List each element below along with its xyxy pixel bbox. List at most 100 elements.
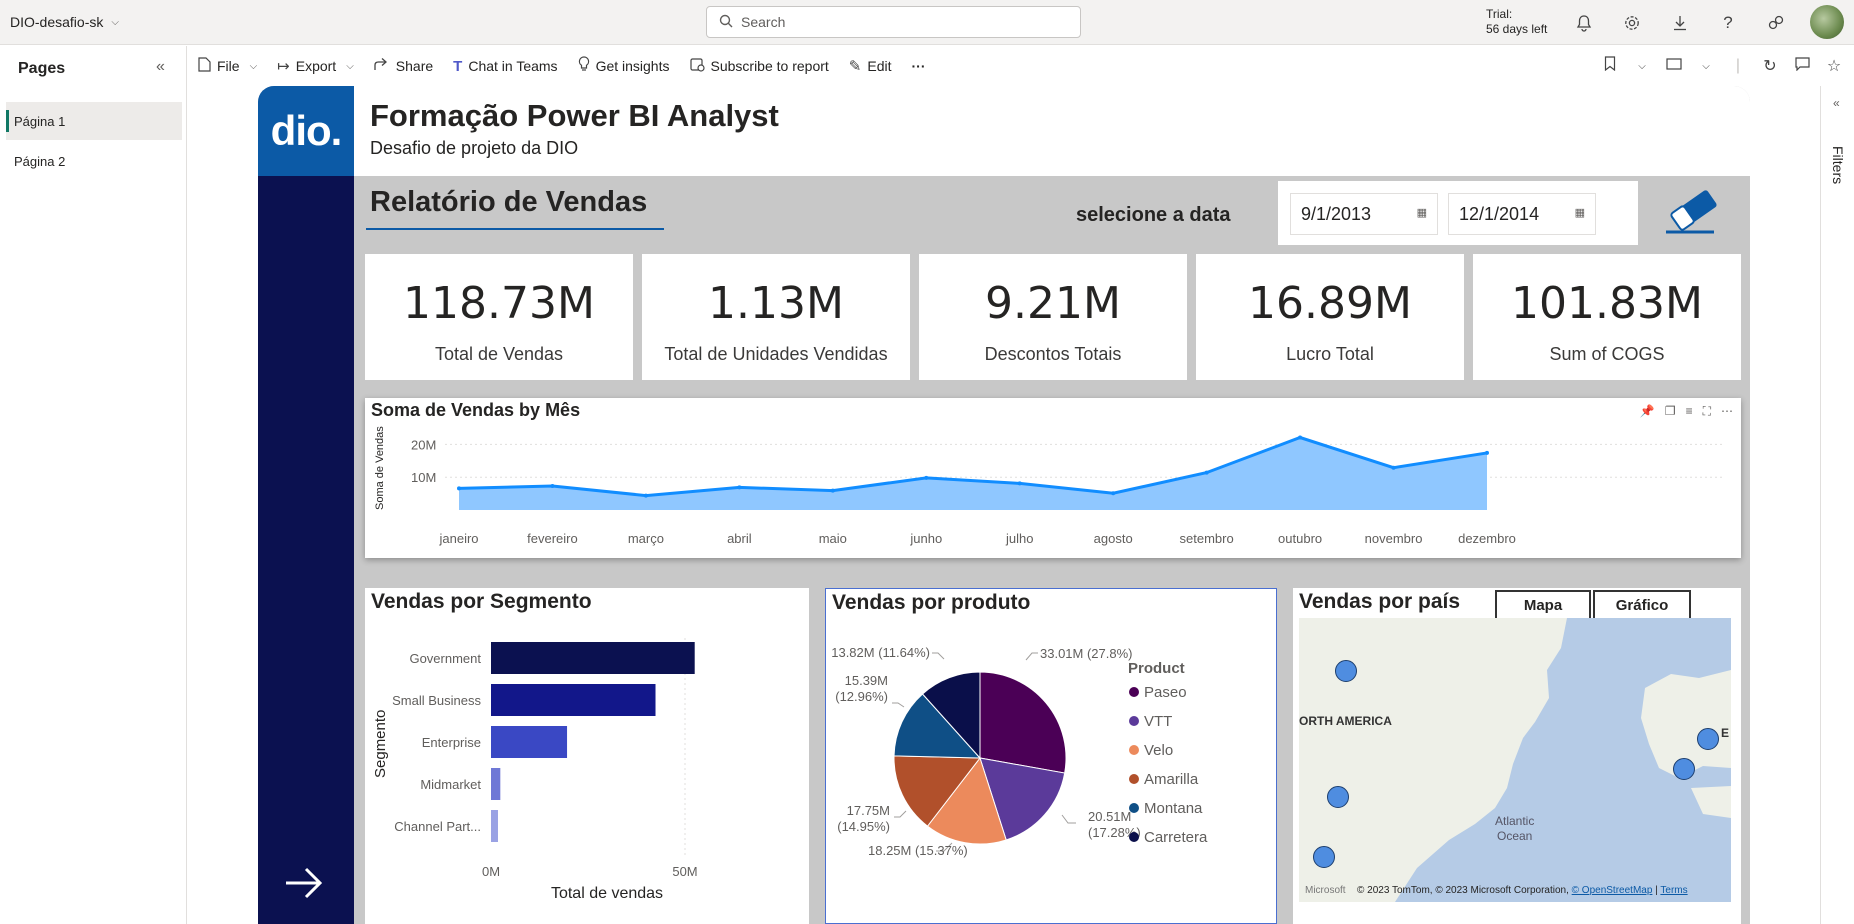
- data-point[interactable]: [643, 493, 648, 498]
- help-question-icon[interactable]: ?: [1704, 0, 1752, 45]
- avatar[interactable]: [1810, 5, 1844, 39]
- file-menu-button[interactable]: File ⌵: [188, 46, 267, 86]
- refresh-icon[interactable]: ↻: [1754, 56, 1786, 76]
- legend-label[interactable]: VTT: [1144, 713, 1172, 730]
- search-input[interactable]: Search: [706, 6, 1081, 38]
- pie-slice[interactable]: [979, 671, 1067, 774]
- kpi-card-total-vendas[interactable]: 118.73M Total de Vendas: [365, 254, 633, 380]
- favorite-star-icon[interactable]: ☆: [1818, 56, 1850, 76]
- bar[interactable]: [491, 810, 498, 842]
- data-label: 13.82M (11.64%): [831, 645, 930, 660]
- kpi-label: Descontos Totais: [984, 344, 1122, 364]
- chevron-down-icon[interactable]: ⌵: [1626, 61, 1658, 72]
- terms-link[interactable]: Terms: [1660, 885, 1687, 896]
- data-point[interactable]: [1485, 450, 1489, 455]
- category-label: Government: [409, 651, 481, 666]
- legend-marker[interactable]: [1129, 687, 1139, 697]
- data-point[interactable]: [830, 488, 835, 493]
- legend-label[interactable]: Montana: [1144, 800, 1203, 817]
- date-range-slicer: 9/1/2013 ▦ 12/1/2014 ▦: [1278, 181, 1638, 245]
- comment-icon[interactable]: [1786, 56, 1818, 76]
- bar[interactable]: [491, 642, 695, 674]
- export-menu-button[interactable]: ↦ Export ⌵: [267, 46, 364, 86]
- expand-filters-icon[interactable]: «: [1833, 96, 1840, 110]
- notifications-bell-icon[interactable]: [1560, 0, 1608, 45]
- page-tab-pagina-1[interactable]: Página 1: [6, 102, 182, 140]
- data-point[interactable]: [737, 485, 742, 490]
- bar[interactable]: [491, 684, 656, 716]
- filters-label: Filters: [1830, 146, 1846, 185]
- data-point[interactable]: [550, 484, 555, 489]
- map-landmass: [1299, 618, 1731, 902]
- subscribe-button[interactable]: Subscribe to report: [680, 46, 839, 86]
- data-label: 20.51M: [1088, 809, 1131, 824]
- data-point[interactable]: [924, 475, 929, 480]
- report-header: Formação Power BI Analyst Desafio de pro…: [354, 86, 1750, 176]
- data-point[interactable]: [1298, 435, 1303, 440]
- page-tab-pagina-2[interactable]: Página 2: [6, 142, 182, 180]
- kpi-card-descontos-totais[interactable]: 9.21M Descontos Totais: [919, 254, 1187, 380]
- bookmark-icon[interactable]: [1594, 56, 1626, 76]
- kpi-card-sum-of-cogs[interactable]: 101.83M Sum of COGS: [1473, 254, 1741, 380]
- x-tick-label: abril: [727, 531, 752, 546]
- more-options-button[interactable]: ···: [902, 46, 936, 86]
- map-canvas[interactable]: ORTH AMERICA Atlantic Ocean E Microsoft …: [1299, 618, 1731, 902]
- bar[interactable]: [491, 726, 568, 758]
- get-insights-button[interactable]: Get insights: [568, 46, 680, 86]
- legend-label[interactable]: Velo: [1144, 742, 1173, 759]
- chevron-down-icon[interactable]: ⌵: [1690, 61, 1722, 72]
- next-page-arrow-icon[interactable]: [284, 862, 324, 912]
- search-icon: [719, 14, 733, 31]
- sales-by-segment-chart[interactable]: Vendas por Segmento Government Small Busi…: [365, 588, 809, 924]
- legend-label[interactable]: Carretera: [1144, 829, 1208, 846]
- calendar-icon[interactable]: ▦: [1575, 206, 1585, 219]
- legend-marker[interactable]: [1129, 832, 1139, 842]
- collapse-pane-icon[interactable]: «: [156, 58, 165, 76]
- x-tick-label: setembro: [1180, 531, 1234, 546]
- view-mode-icon[interactable]: [1658, 57, 1690, 75]
- toolbar-right-actions: ⌵ ⌵ | ↻ ☆: [1594, 46, 1850, 86]
- download-icon[interactable]: [1656, 0, 1704, 45]
- top-actions: ?: [1560, 0, 1800, 45]
- legend-label[interactable]: Paseo: [1144, 684, 1187, 701]
- edit-button[interactable]: ✎ Edit: [839, 46, 902, 86]
- data-point[interactable]: [1111, 491, 1116, 496]
- end-date-input[interactable]: 12/1/2014 ▦: [1448, 193, 1596, 235]
- legend-label[interactable]: Amarilla: [1144, 771, 1199, 788]
- calendar-icon[interactable]: ▦: [1417, 206, 1427, 219]
- data-point[interactable]: [457, 486, 461, 491]
- clear-filters-eraser-icon[interactable]: [1664, 186, 1722, 236]
- openstreetmap-link[interactable]: © OpenStreetMap: [1572, 885, 1653, 896]
- kpi-card-unidades-vendidas[interactable]: 1.13M Total de Unidades Vendidas: [642, 254, 910, 380]
- sales-by-product-chart[interactable]: Vendas por produto 33.01M (27.8%) 20.51M(…: [825, 588, 1277, 924]
- map-toggle-button[interactable]: Mapa: [1495, 590, 1591, 620]
- legend-marker[interactable]: [1129, 803, 1139, 813]
- map-bubble-france[interactable]: [1673, 758, 1695, 780]
- leader-line: [894, 810, 907, 818]
- map-bubble-germany[interactable]: [1697, 728, 1719, 750]
- map-bubble-mexico[interactable]: [1313, 846, 1335, 868]
- legend-marker[interactable]: [1129, 774, 1139, 784]
- sales-by-month-chart[interactable]: Soma de Vendas by Mês 📌 ❐ ≡ ⛶ ⋯ 10M 20M So…: [365, 398, 1741, 558]
- map-bubble-canada[interactable]: [1335, 660, 1357, 682]
- settings-gear-icon[interactable]: [1608, 0, 1656, 45]
- map-bubble-usa[interactable]: [1327, 786, 1349, 808]
- start-date-input[interactable]: 9/1/2013 ▦: [1290, 193, 1438, 235]
- data-point[interactable]: [1204, 470, 1209, 475]
- bar[interactable]: [491, 768, 501, 800]
- chart-toggle-button[interactable]: Gráfico: [1593, 590, 1691, 620]
- data-point[interactable]: [1017, 481, 1022, 486]
- kpi-card-lucro-total[interactable]: 16.89M Lucro Total: [1196, 254, 1464, 380]
- teams-icon: T: [453, 57, 463, 75]
- workspace-selector[interactable]: DIO-desafio-sk ⌵: [10, 14, 119, 30]
- chat-in-teams-button[interactable]: T Chat in Teams: [443, 46, 567, 86]
- chart-title: Vendas por país: [1299, 590, 1461, 613]
- legend-marker[interactable]: [1129, 745, 1139, 755]
- share-button[interactable]: Share: [364, 46, 443, 86]
- sales-by-country-map[interactable]: Vendas por país Mapa Gráfico ORTH AMERIC…: [1293, 588, 1741, 924]
- legend-marker[interactable]: [1129, 716, 1139, 726]
- filters-pane[interactable]: «: [1820, 86, 1854, 924]
- data-point[interactable]: [1391, 465, 1396, 470]
- share-feedback-icon[interactable]: [1752, 0, 1800, 45]
- category-label: Channel Part...: [394, 819, 481, 834]
